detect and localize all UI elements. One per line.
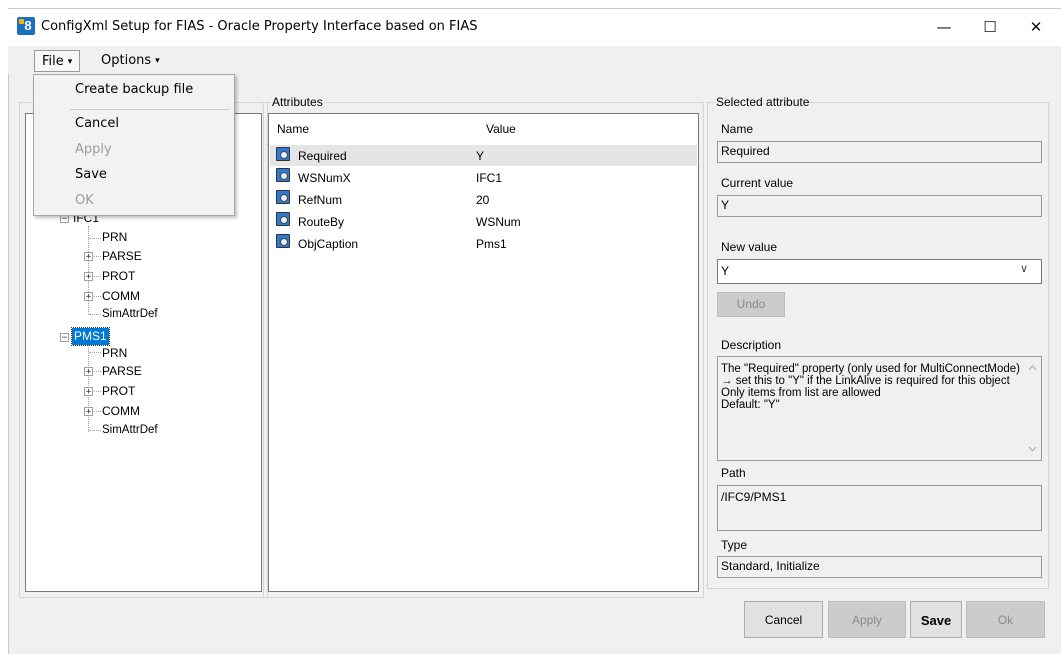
tree-line	[94, 411, 101, 412]
collapse-toggle-icon[interactable]: −	[60, 333, 69, 343]
menu-separator	[70, 109, 230, 110]
current-value-field: Y	[717, 195, 1042, 217]
attribute-value: 20	[476, 193, 490, 207]
expand-toggle-icon[interactable]: +	[84, 252, 93, 262]
tree-node-prot[interactable]: PROT	[102, 268, 135, 285]
attribute-name: WSNumX	[298, 171, 351, 185]
expand-toggle-icon[interactable]: +	[84, 387, 93, 397]
menu-item-apply[interactable]: Apply	[75, 142, 112, 157]
attribute-value: IFC1	[476, 171, 503, 185]
ok-button[interactable]: Ok	[966, 601, 1045, 638]
expand-toggle-icon[interactable]: +	[84, 272, 93, 282]
attribute-value: Pms1	[476, 237, 507, 251]
close-button[interactable]: ✕	[1013, 9, 1059, 46]
attribute-icon	[276, 234, 290, 248]
window-title: ConfigXml Setup for FIAS - Oracle Proper…	[41, 19, 478, 34]
description-text: The "Required" property (only used for M…	[717, 356, 1042, 461]
attribute-name: Required	[298, 149, 347, 163]
tree-line	[89, 430, 101, 431]
tree-node-prn[interactable]: PRN	[102, 229, 127, 246]
tree-line	[94, 371, 101, 372]
chevron-down-icon: ▾	[67, 57, 73, 67]
tree-node-prot[interactable]: PROT	[102, 383, 135, 400]
tree-node-parse[interactable]: PARSE	[102, 248, 142, 265]
tree-line	[94, 256, 101, 257]
path-field: /IFC9/PMS1	[717, 485, 1042, 531]
expand-toggle-icon[interactable]: +	[84, 292, 93, 302]
attribute-icon	[276, 147, 290, 161]
tree-line	[89, 314, 101, 315]
attributes-group-title: Attributes	[271, 95, 324, 109]
type-label: Type	[721, 538, 748, 552]
cancel-button[interactable]: Cancel	[744, 601, 823, 638]
file-menu-button[interactable]: File ▾	[34, 50, 81, 72]
current-value-label: Current value	[721, 176, 794, 190]
tree-line	[89, 238, 101, 239]
menu-item-create-backup[interactable]: Create backup file	[75, 82, 193, 97]
description-scrollbar[interactable]	[1024, 357, 1041, 460]
minimize-button[interactable]: —	[921, 9, 967, 46]
tree-line	[94, 296, 101, 297]
column-header-value[interactable]: Value	[486, 122, 516, 136]
expand-toggle-icon[interactable]: +	[84, 367, 93, 377]
options-menu-button[interactable]: Options ▾	[94, 50, 167, 72]
description-label: Description	[721, 338, 782, 352]
app-icon: 8	[17, 17, 35, 35]
tree-node-prn[interactable]: PRN	[102, 345, 127, 362]
undo-button[interactable]: Undo	[717, 292, 785, 317]
attribute-icon	[276, 212, 290, 226]
menu-item-cancel[interactable]: Cancel	[75, 116, 119, 131]
new-value-dropdown[interactable]: Y	[717, 259, 1042, 284]
attribute-value: WSNum	[476, 215, 521, 229]
tree-line	[94, 276, 101, 277]
attribute-name: RefNum	[298, 193, 343, 207]
menu-item-save[interactable]: Save	[75, 167, 107, 182]
attribute-name: RouteBy	[298, 215, 345, 229]
path-label: Path	[721, 466, 746, 480]
chevron-down-icon: ▾	[155, 56, 160, 66]
tree-node-simattrdef[interactable]: SimAttrDef	[102, 422, 158, 439]
tree-line	[89, 352, 101, 353]
save-button[interactable]: Save	[910, 601, 962, 638]
file-menu-label: File	[42, 54, 64, 69]
scrollbar-arrows-icon	[1028, 365, 1037, 452]
attribute-icon	[276, 190, 290, 204]
tree-node-comm[interactable]: COMM	[102, 288, 140, 305]
attribute-name: ObjCaption	[298, 237, 359, 251]
tree-node-pms1[interactable]: PMS1	[71, 327, 110, 346]
apply-button[interactable]: Apply	[828, 601, 906, 638]
tree-node-simattrdef[interactable]: SimAttrDef	[102, 306, 158, 323]
options-menu-label: Options	[101, 53, 152, 68]
type-field: Standard, Initialize	[717, 556, 1042, 578]
attribute-value: Y	[476, 149, 485, 163]
attribute-icon	[276, 168, 290, 182]
menu-item-ok[interactable]: OK	[75, 193, 94, 208]
tree-node-parse[interactable]: PARSE	[102, 363, 142, 380]
chevron-down-icon[interactable]: ∨	[1020, 262, 1028, 275]
tree-node-comm[interactable]: COMM	[102, 403, 140, 420]
column-header-name[interactable]: Name	[277, 122, 309, 136]
name-label: Name	[721, 122, 754, 136]
new-value-label: New value	[721, 240, 778, 254]
name-field: Required	[717, 141, 1042, 163]
selected-attribute-group-title: Selected attribute	[715, 95, 811, 109]
expand-toggle-icon[interactable]: +	[84, 407, 93, 417]
tree-line	[94, 391, 101, 392]
maximize-button[interactable]: ☐	[967, 9, 1013, 46]
